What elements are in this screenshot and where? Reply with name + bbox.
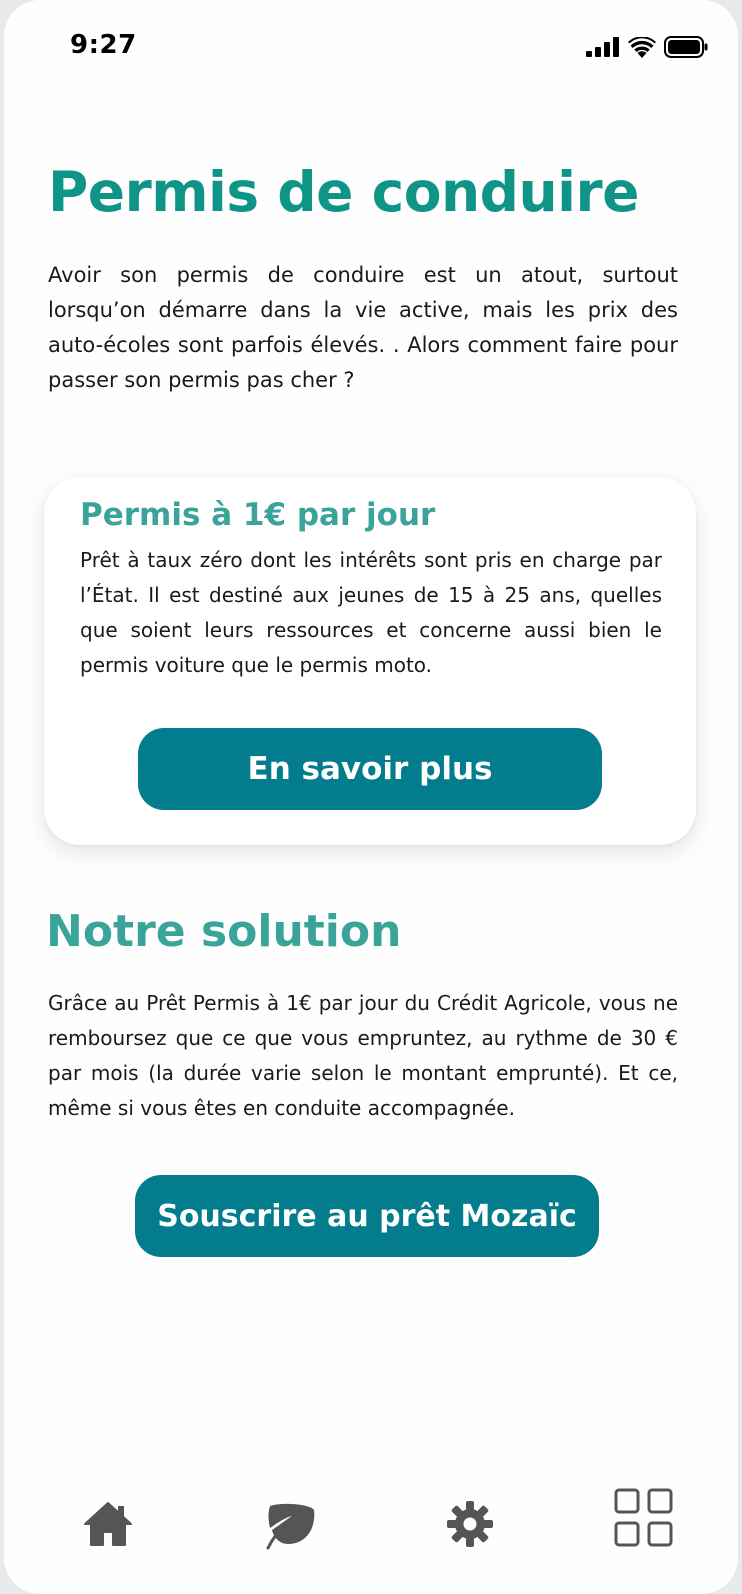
grid-icon (614, 1488, 673, 1547)
nav-settings[interactable] (438, 1492, 502, 1556)
card-title: Permis à 1€ par jour (80, 497, 436, 533)
status-icons (586, 36, 708, 58)
learn-more-button[interactable]: En savoir plus (138, 728, 602, 810)
gear-icon (447, 1501, 493, 1547)
phone-screen: 9:27 Permis de conduire Avoir son permis (4, 0, 738, 1594)
signal-icon (586, 37, 619, 57)
leaf-icon (266, 1503, 315, 1550)
nav-home[interactable] (76, 1492, 140, 1556)
status-bar: 9:27 (4, 0, 738, 100)
subscribe-loan-button[interactable]: Souscrire au prêt Mozaïc (135, 1175, 599, 1257)
nav-eco[interactable] (258, 1492, 322, 1556)
bottom-nav (4, 1480, 738, 1580)
home-icon (84, 1502, 132, 1546)
intro-text: Avoir son permis de conduire est un atou… (48, 263, 678, 392)
nav-menu[interactable] (612, 1486, 676, 1550)
card-description: Prêt à taux zéro dont les intérêts sont … (80, 548, 662, 677)
wifi-icon (628, 36, 656, 58)
permis-offer-card: Permis à 1€ par jour Prêt à taux zéro do… (44, 477, 696, 845)
solution-description: Grâce au Prêt Permis à 1€ par jour du Cr… (48, 991, 678, 1120)
status-time: 9:27 (70, 30, 137, 60)
page-title: Permis de conduire (48, 160, 639, 224)
battery-icon (664, 36, 708, 58)
solution-title: Notre solution (46, 906, 402, 957)
